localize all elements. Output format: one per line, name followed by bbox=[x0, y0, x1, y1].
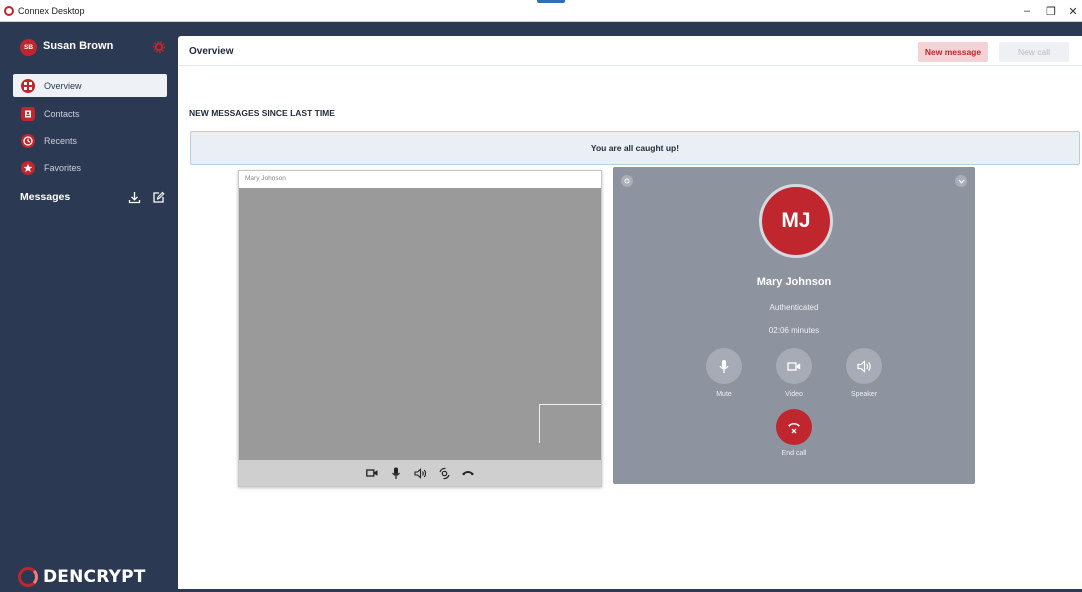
sidebar-item-favorites[interactable]: Favorites bbox=[13, 156, 167, 179]
speaker-icon[interactable] bbox=[413, 466, 427, 480]
messages-label: Messages bbox=[20, 191, 71, 203]
clock-icon bbox=[21, 133, 35, 148]
video-caller-name: Mary Johnson bbox=[245, 175, 286, 182]
call-status: Authenticated bbox=[769, 303, 819, 312]
maximize-button[interactable]: ❐ bbox=[1040, 0, 1062, 22]
star-icon bbox=[21, 160, 35, 175]
new-message-button[interactable]: New message bbox=[918, 42, 988, 62]
caught-up-text: You are all caught up! bbox=[590, 143, 680, 153]
sidebar-item-overview[interactable]: Overview bbox=[13, 74, 167, 97]
video-camera-icon[interactable] bbox=[365, 466, 379, 480]
logo: DENCRYPT bbox=[18, 566, 146, 588]
download-icon[interactable] bbox=[128, 191, 141, 204]
logo-mark-icon bbox=[18, 567, 38, 587]
call-panel: MJ Mary Johnson Authenticated 02:06 minu… bbox=[613, 167, 975, 484]
call-duration: 02:06 minutes bbox=[768, 326, 820, 335]
video-controls bbox=[239, 460, 601, 486]
sidebar-item-label: Favorites bbox=[44, 162, 82, 173]
mute-label: Mute bbox=[716, 391, 732, 398]
sidebar-item-label: Overview bbox=[44, 80, 82, 91]
sidebar-item-contacts[interactable]: Contacts bbox=[13, 102, 167, 125]
user-profile[interactable]: SB Susan Brown bbox=[0, 37, 176, 57]
microphone-icon[interactable] bbox=[389, 466, 403, 480]
caller-name: Mary Johnson bbox=[756, 276, 832, 288]
page-title: Overview bbox=[189, 46, 234, 57]
sidebar: SB Susan Brown Overview Contacts Recents… bbox=[0, 23, 176, 592]
settings-icon[interactable] bbox=[621, 175, 633, 187]
end-call-label: End call bbox=[781, 450, 807, 457]
window-title: Connex Desktop bbox=[18, 5, 85, 16]
app-icon bbox=[4, 5, 14, 16]
switch-camera-icon[interactable] bbox=[437, 466, 451, 480]
hang-up-icon[interactable] bbox=[461, 466, 475, 480]
grid-icon bbox=[21, 78, 35, 93]
sidebar-item-label: Contacts bbox=[44, 108, 80, 119]
section-title: NEW MESSAGES SINCE LAST TIME bbox=[189, 108, 335, 118]
mute-button[interactable] bbox=[706, 348, 742, 384]
messages-header: Messages bbox=[20, 191, 170, 205]
compose-icon[interactable] bbox=[152, 191, 165, 204]
speaker-icon bbox=[856, 359, 871, 373]
main-panel: Overview New message New call NEW MESSAG… bbox=[178, 36, 1082, 589]
focus-indicator bbox=[537, 0, 565, 3]
caller-avatar: MJ bbox=[759, 184, 833, 258]
video-call-window[interactable]: Mary Johnson bbox=[238, 170, 602, 487]
sidebar-item-label: Recents bbox=[44, 135, 78, 146]
close-button[interactable]: ✕ bbox=[1062, 0, 1082, 22]
microphone-icon bbox=[719, 359, 729, 373]
user-name: Susan Brown bbox=[43, 40, 114, 52]
sidebar-item-recents[interactable]: Recents bbox=[13, 129, 167, 152]
contacts-icon bbox=[21, 106, 35, 121]
video-camera-icon bbox=[787, 361, 801, 371]
end-call-icon bbox=[788, 422, 800, 433]
new-call-button[interactable]: New call bbox=[999, 42, 1069, 62]
avatar: SB bbox=[20, 39, 37, 56]
speaker-button[interactable] bbox=[846, 348, 882, 384]
video-label: Video bbox=[785, 391, 803, 398]
caught-up-banner: You are all caught up! bbox=[190, 131, 1080, 165]
page-header: Overview New message New call bbox=[178, 36, 1082, 66]
minimize-button[interactable]: – bbox=[1016, 0, 1038, 22]
end-call-button[interactable] bbox=[776, 409, 812, 445]
self-view-video[interactable] bbox=[539, 404, 601, 443]
logo-text: DENCRYPT bbox=[43, 567, 146, 587]
speaker-label: Speaker bbox=[850, 391, 878, 398]
window-titlebar: Connex Desktop – ❐ ✕ bbox=[0, 0, 1082, 22]
video-button[interactable] bbox=[776, 348, 812, 384]
gear-icon[interactable] bbox=[153, 41, 165, 53]
chevron-down-icon[interactable] bbox=[955, 175, 967, 187]
